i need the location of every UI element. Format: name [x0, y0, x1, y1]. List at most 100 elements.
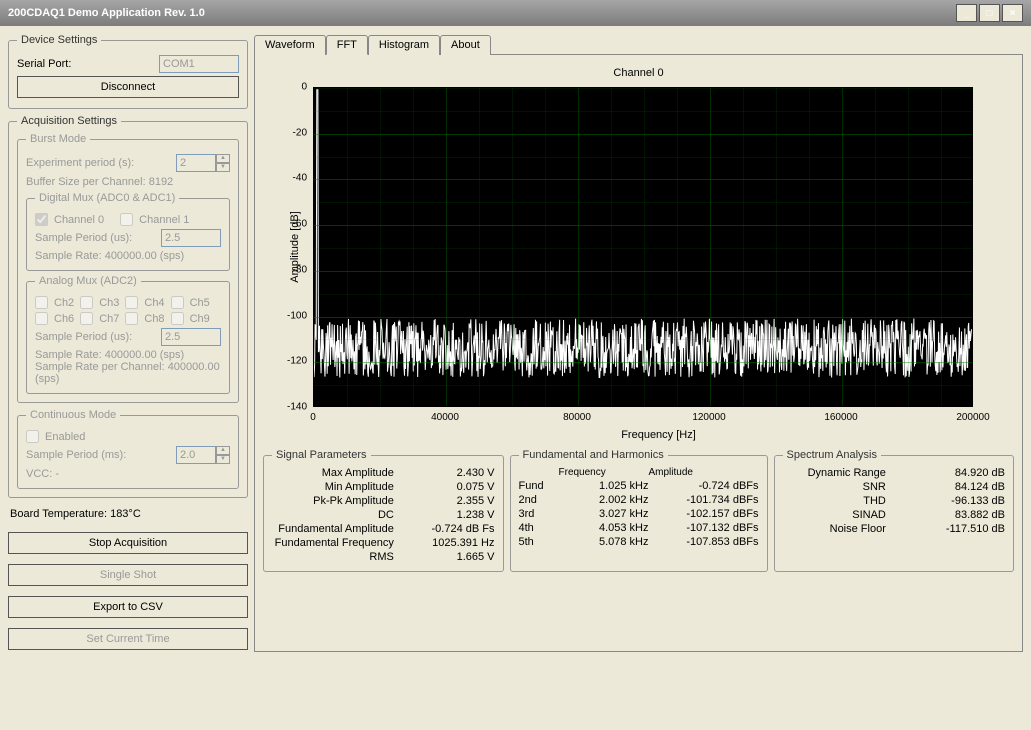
tab-histogram[interactable]: Histogram — [368, 35, 440, 55]
y-tick-label: -120 — [277, 356, 307, 367]
y-tick-label: -80 — [277, 264, 307, 275]
spectrum-name: Noise Floor — [783, 523, 886, 535]
param-value: 2.355 V — [412, 495, 495, 507]
y-tick-label: -100 — [277, 310, 307, 321]
spectrum-analysis-group: Spectrum Analysis Dynamic Range84.920 dB… — [774, 449, 1015, 572]
param-name: RMS — [272, 551, 394, 563]
y-tick-label: -20 — [277, 127, 307, 138]
tab-fft[interactable]: FFT — [326, 35, 368, 55]
close-button[interactable]: × — [1002, 4, 1023, 22]
amux-sample-period-label: Sample Period (us): — [35, 331, 132, 343]
amux-sample-period-field — [161, 328, 221, 346]
ch3-checkbox — [80, 296, 93, 309]
harmonics-group: Fundamental and Harmonics FrequencyAmpli… — [510, 449, 768, 572]
ch8-label: Ch8 — [144, 313, 164, 325]
param-name: Fundamental Amplitude — [272, 523, 394, 535]
param-value: 1025.391 Hz — [412, 537, 495, 549]
y-tick-label: -140 — [277, 402, 307, 413]
window-title: 200CDAQ1 Demo Application Rev. 1.0 — [8, 7, 205, 19]
param-value: 1.665 V — [412, 551, 495, 563]
spectrum-name: SINAD — [783, 509, 886, 521]
dmux-sample-period-field — [161, 229, 221, 247]
harmonic-value: -107.132 dBFs — [649, 522, 759, 534]
tab-waveform[interactable]: Waveform — [254, 35, 326, 55]
harmonics-header: Frequency — [559, 467, 649, 478]
maximize-button[interactable]: □ — [979, 4, 1000, 22]
param-value: 2.430 V — [412, 467, 495, 479]
ch5-checkbox — [171, 296, 184, 309]
minimize-button[interactable]: _ — [956, 4, 977, 22]
ch3-label: Ch3 — [99, 297, 119, 309]
stop-acquisition-button[interactable]: Stop Acquisition — [8, 532, 248, 554]
dmux-sample-rate-label: Sample Rate: 400000.00 (sps) — [35, 250, 221, 262]
spectrum-name: Dynamic Range — [783, 467, 886, 479]
experiment-period-field — [176, 154, 216, 172]
spinner-down-icon: ▼ — [216, 163, 230, 172]
device-settings-legend: Device Settings — [17, 34, 101, 46]
param-name: Max Amplitude — [272, 467, 394, 479]
amux-sample-rate-label: Sample Rate: 400000.00 (sps) — [35, 349, 221, 361]
cont-sample-period-label: Sample Period (ms): — [26, 449, 126, 461]
channel1-label: Channel 1 — [139, 214, 189, 226]
harmonic-value: -107.853 dBFs — [649, 536, 759, 548]
disconnect-button[interactable]: Disconnect — [17, 76, 239, 98]
spectrum-name: SNR — [783, 481, 886, 493]
continuous-enabled-label: Enabled — [45, 431, 85, 443]
param-value: 0.075 V — [412, 481, 495, 493]
continuous-enabled-checkbox — [26, 430, 39, 443]
ch7-label: Ch7 — [99, 313, 119, 325]
continuous-mode-legend: Continuous Mode — [26, 409, 120, 421]
device-settings-group: Device Settings Serial Port: Disconnect — [8, 34, 248, 109]
ch6-label: Ch6 — [54, 313, 74, 325]
harmonic-value: 5.078 kHz — [559, 536, 649, 548]
param-value: 1.238 V — [412, 509, 495, 521]
digital-mux-group: Digital Mux (ADC0 & ADC1) Channel 0 Chan… — [26, 192, 230, 271]
signal-parameters-group: Signal Parameters Max Amplitude2.430 VMi… — [263, 449, 504, 572]
export-csv-button[interactable]: Export to CSV — [8, 596, 248, 618]
experiment-period-label: Experiment period (s): — [26, 157, 134, 169]
spectrum-value: -117.510 dB — [900, 523, 1005, 535]
harmonic-name: 4th — [519, 522, 559, 534]
param-name: Min Amplitude — [272, 481, 394, 493]
harmonic-value: 2.002 kHz — [559, 494, 649, 506]
harmonic-value: 1.025 kHz — [559, 480, 649, 492]
param-name: DC — [272, 509, 394, 521]
x-tick-label: 0 — [310, 412, 316, 423]
analog-mux-group: Analog Mux (ADC2) Ch2 Ch3 Ch4 Ch5 Ch6 Ch… — [26, 275, 230, 394]
x-axis-title: Frequency [Hz] — [621, 429, 696, 441]
set-current-time-button: Set Current Time — [8, 628, 248, 650]
y-tick-label: 0 — [277, 82, 307, 93]
x-tick-label: 120000 — [692, 412, 725, 423]
vcc-label: VCC: - — [26, 468, 230, 480]
ch7-checkbox — [80, 312, 93, 325]
harmonic-value: 4.053 kHz — [559, 522, 649, 534]
spinner-up-icon: ▲ — [216, 446, 230, 455]
buffer-size-label: Buffer Size per Channel: 8192 — [26, 176, 230, 188]
channel0-checkbox — [35, 213, 48, 226]
dmux-sample-period-label: Sample Period (us): — [35, 232, 132, 244]
spectrum-name: THD — [783, 495, 886, 507]
cont-sample-period-field — [176, 446, 216, 464]
harmonics-header — [519, 467, 559, 478]
ch8-checkbox — [125, 312, 138, 325]
param-name: Fundamental Frequency — [272, 537, 394, 549]
serial-port-field — [159, 55, 239, 73]
acquisition-settings-legend: Acquisition Settings — [17, 115, 121, 127]
ch2-label: Ch2 — [54, 297, 74, 309]
chart-title: Channel 0 — [263, 67, 1014, 79]
burst-mode-legend: Burst Mode — [26, 133, 90, 145]
harmonic-name: 3rd — [519, 508, 559, 520]
ch6-checkbox — [35, 312, 48, 325]
y-tick-label: -60 — [277, 219, 307, 230]
burst-mode-group: Burst Mode Experiment period (s): ▲ ▼ Bu… — [17, 133, 239, 403]
single-shot-button: Single Shot — [8, 564, 248, 586]
continuous-mode-group: Continuous Mode Enabled Sample Period (m… — [17, 409, 239, 489]
titlebar-buttons: _ □ × — [956, 4, 1023, 22]
ch9-checkbox — [171, 312, 184, 325]
digital-mux-legend: Digital Mux (ADC0 & ADC1) — [35, 192, 179, 204]
harmonic-name: 2nd — [519, 494, 559, 506]
fft-chart: Channel 0 Amplitude [dB] Frequency [Hz] … — [263, 63, 1014, 443]
harmonics-legend: Fundamental and Harmonics — [519, 449, 668, 461]
channel0-label: Channel 0 — [54, 214, 104, 226]
tab-about[interactable]: About — [440, 35, 491, 55]
